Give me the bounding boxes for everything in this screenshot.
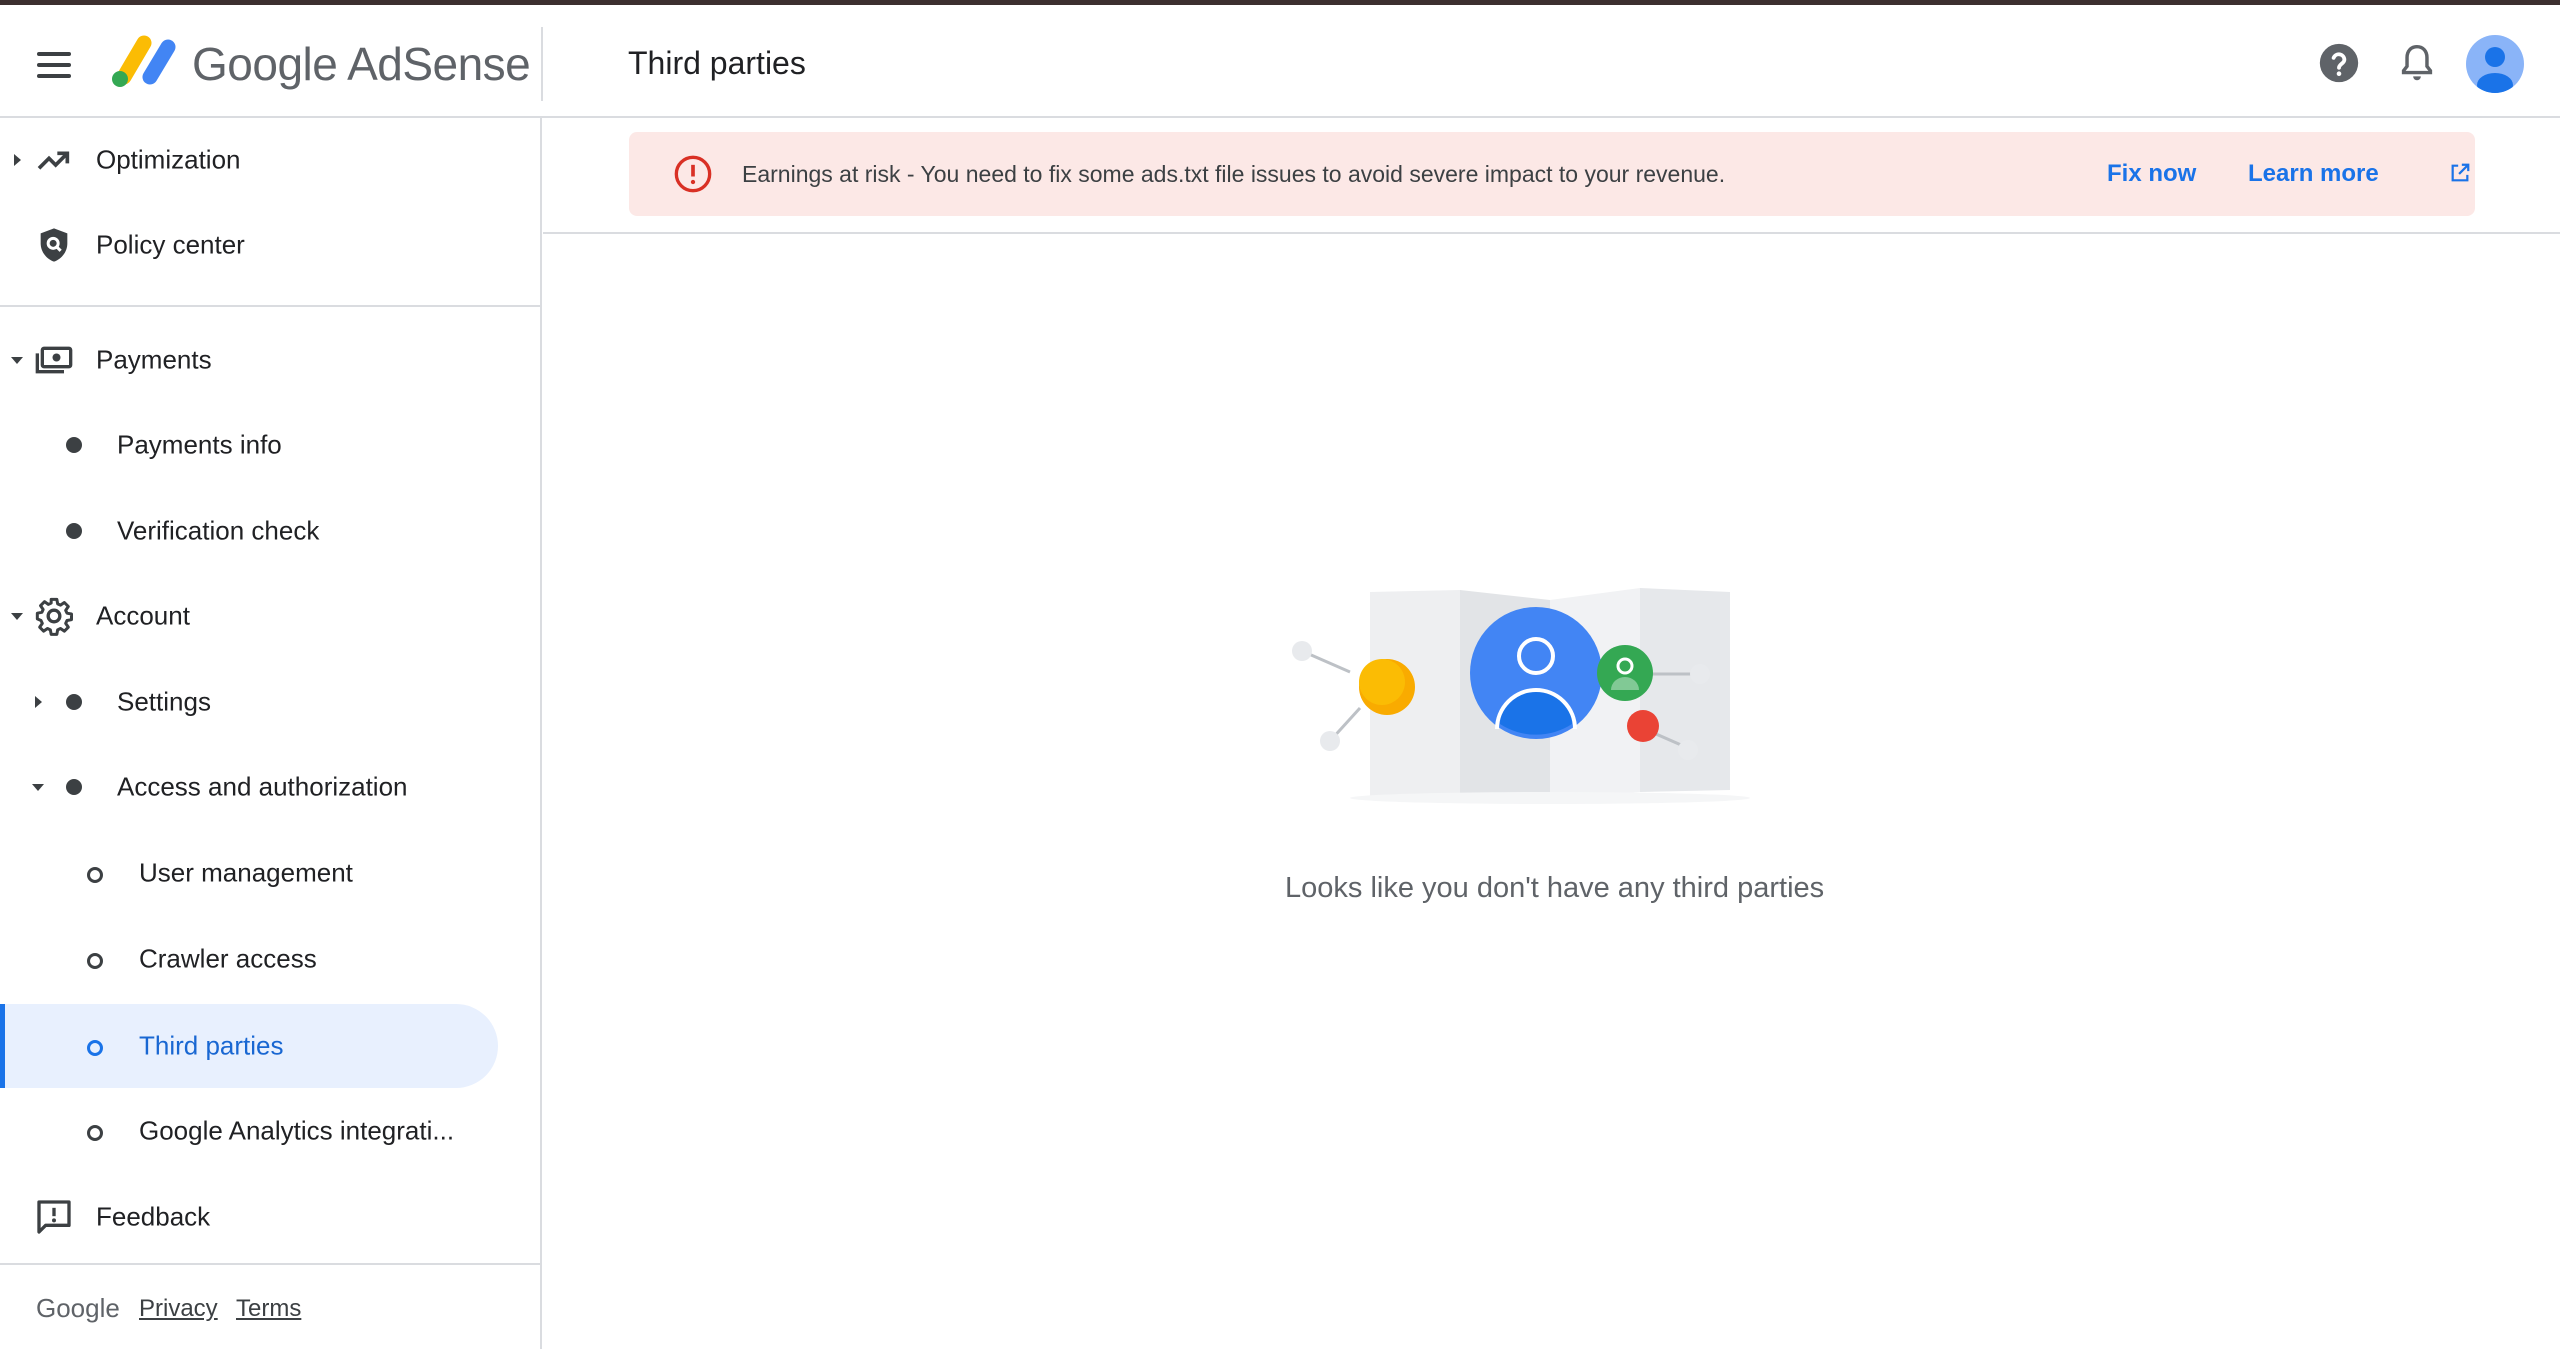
bullet-dot-icon bbox=[66, 437, 82, 453]
sidebar-footer: Google Privacy Terms bbox=[0, 1263, 540, 1349]
sidebar-item-label: Third parties bbox=[139, 1030, 284, 1061]
bullet-ring-icon bbox=[87, 1125, 103, 1141]
sidebar-item-label: Verification check bbox=[117, 515, 320, 546]
terms-link[interactable]: Terms bbox=[236, 1295, 301, 1323]
bullet-ring-icon bbox=[87, 867, 103, 883]
footer-brand: Google bbox=[36, 1293, 120, 1323]
empty-state-message: Looks like you don't have any third part… bbox=[1285, 872, 1825, 904]
alert-area: Earnings at risk - You need to fix some … bbox=[543, 120, 2560, 234]
sidebar-item-optimization[interactable]: Optimization bbox=[0, 118, 540, 202]
sidebar-item-account[interactable]: Account bbox=[0, 574, 540, 658]
sidebar-item-label: Optimization bbox=[96, 144, 241, 175]
fix-now-button[interactable]: Fix now bbox=[2107, 160, 2196, 188]
help-icon[interactable] bbox=[2316, 40, 2362, 86]
bullet-dot-icon bbox=[66, 779, 82, 795]
sidebar-item-label: Payments bbox=[96, 344, 212, 375]
sidebar-item-third-parties[interactable]: Third parties bbox=[0, 1004, 540, 1088]
sidebar-item-label: Crawler access bbox=[139, 943, 317, 974]
menu-icon[interactable] bbox=[30, 41, 78, 89]
bullet-dot-icon bbox=[66, 523, 82, 539]
caret-right-icon bbox=[35, 696, 42, 708]
adsense-logo-icon bbox=[112, 35, 176, 87]
error-icon bbox=[674, 155, 712, 193]
sidebar-item-feedback[interactable]: Feedback bbox=[0, 1175, 540, 1259]
banner-message: Earnings at risk - You need to fix some … bbox=[742, 161, 1726, 187]
sidebar-item-label: Access and authorization bbox=[117, 771, 408, 802]
sidebar-item-label: Account bbox=[96, 600, 190, 631]
account-avatar-icon[interactable] bbox=[2466, 35, 2524, 93]
bullet-dot-icon bbox=[66, 694, 82, 710]
app-header: Google AdSense Third parties bbox=[0, 5, 2560, 118]
shield-search-icon bbox=[40, 228, 68, 262]
sidebar-item-google-analytics-integration[interactable]: Google Analytics integrati... bbox=[0, 1089, 540, 1173]
bell-icon[interactable] bbox=[2394, 40, 2440, 86]
sidebar-item-payments[interactable]: Payments bbox=[0, 318, 540, 402]
sidebar-item-access-and-authorization[interactable]: Access and authorization bbox=[0, 745, 540, 829]
feedback-icon bbox=[37, 1200, 71, 1234]
earnings-at-risk-banner: Earnings at risk - You need to fix some … bbox=[629, 132, 2475, 216]
sidebar-item-user-management[interactable]: User management bbox=[0, 831, 540, 915]
brand-name: Google AdSense bbox=[192, 38, 531, 90]
caret-down-icon bbox=[32, 784, 44, 791]
sidebar-item-label: Feedback bbox=[96, 1201, 211, 1232]
open-in-new-icon bbox=[2451, 163, 2470, 182]
sidebar-item-policy-center[interactable]: Policy center bbox=[0, 203, 540, 287]
sidebar-item-settings[interactable]: Settings bbox=[0, 660, 540, 744]
sidebar-item-verification-check[interactable]: Verification check bbox=[0, 489, 540, 573]
payments-icon bbox=[35, 346, 73, 374]
sidebar-item-label: User management bbox=[139, 857, 353, 888]
sidebar-divider bbox=[0, 305, 540, 307]
trending-up-icon bbox=[37, 151, 70, 170]
sidebar-nav: Optimization Policy center Payments Paym… bbox=[0, 118, 542, 1349]
privacy-link[interactable]: Privacy bbox=[139, 1295, 218, 1323]
third-parties-map-illustration bbox=[1292, 588, 1750, 804]
sidebar-item-label: Policy center bbox=[96, 229, 245, 260]
gear-icon bbox=[35, 597, 73, 636]
sidebar-item-payments-info[interactable]: Payments info bbox=[0, 403, 540, 487]
bullet-ring-icon bbox=[87, 953, 103, 969]
sidebar-item-label: Payments info bbox=[117, 429, 282, 460]
header-divider bbox=[541, 27, 543, 101]
sidebar-item-label: Google Analytics integrati... bbox=[139, 1115, 455, 1146]
caret-down-icon bbox=[11, 613, 23, 620]
bullet-ring-icon bbox=[87, 1040, 103, 1056]
caret-down-icon bbox=[11, 357, 23, 364]
caret-right-icon bbox=[14, 154, 21, 166]
sidebar-item-label: Settings bbox=[117, 686, 211, 717]
learn-more-link[interactable]: Learn more bbox=[2248, 160, 2379, 188]
sidebar-item-crawler-access[interactable]: Crawler access bbox=[0, 917, 540, 1001]
page-title: Third parties bbox=[628, 45, 806, 81]
